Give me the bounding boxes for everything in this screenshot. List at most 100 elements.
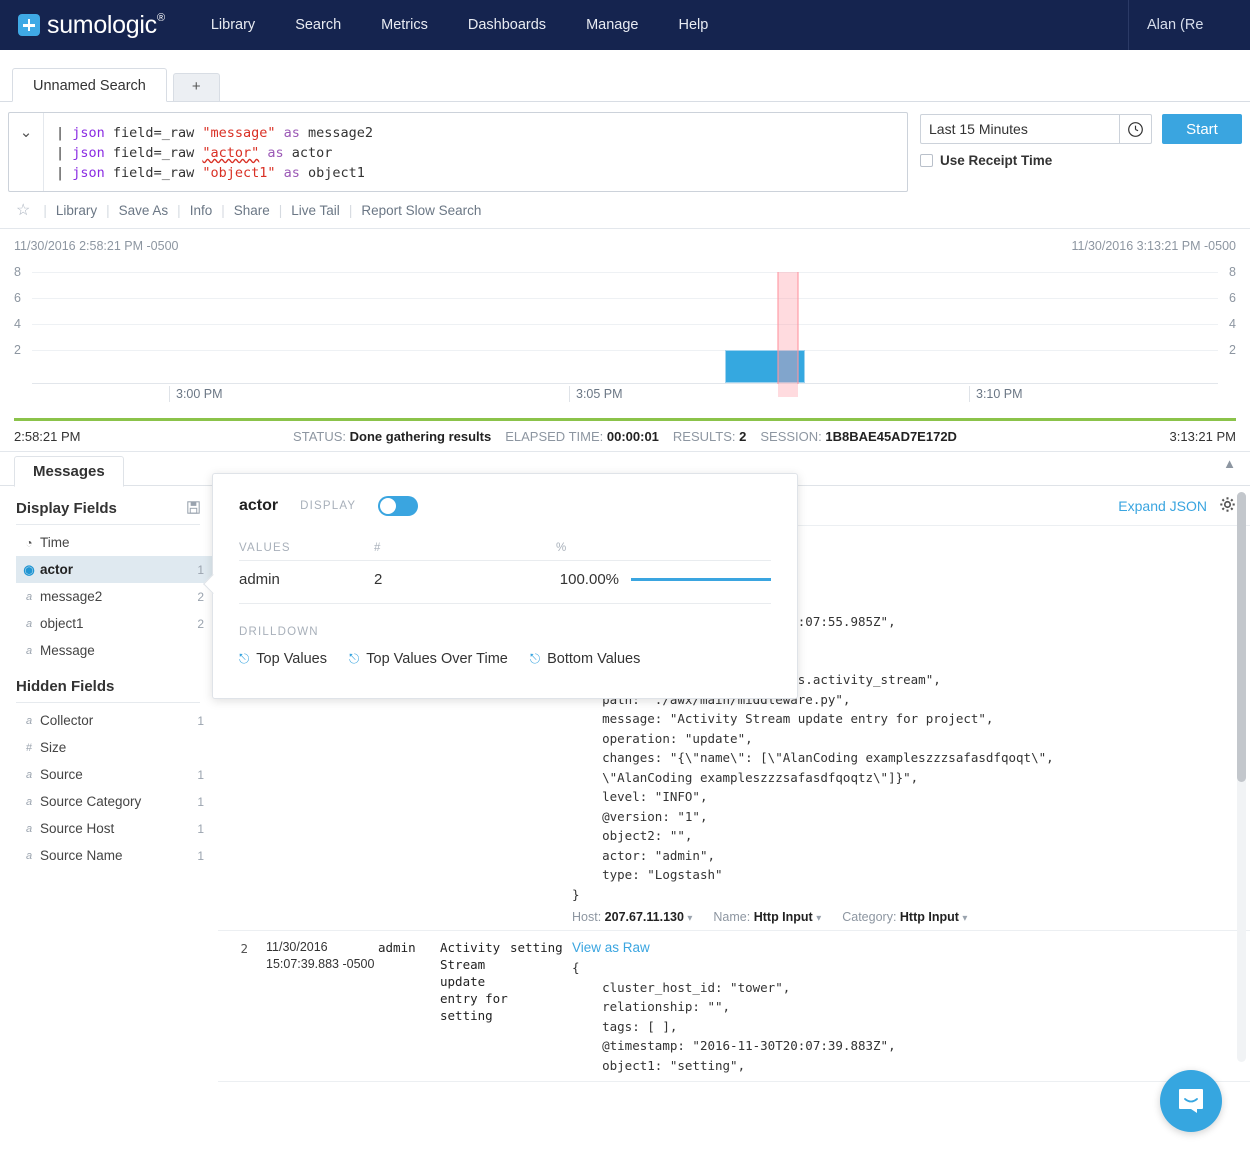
divider: |: [340, 203, 362, 218]
scrollbar-thumb[interactable]: [1237, 492, 1246, 782]
display-toggle[interactable]: [378, 496, 418, 516]
action-save-as[interactable]: Save As: [119, 203, 169, 218]
nav-item-dashboards[interactable]: Dashboards: [448, 0, 566, 50]
histogram-plot[interactable]: 8 6 4 2 8 6 4 2: [14, 264, 1236, 384]
category-value[interactable]: Http Input: [900, 910, 959, 924]
field-name: Message: [40, 643, 204, 658]
text-type-icon: a: [18, 769, 40, 781]
add-tab-button[interactable]: +: [173, 73, 220, 101]
chevron-down-icon[interactable]: ⌄: [9, 113, 43, 191]
action-report-slow-search[interactable]: Report Slow Search: [361, 203, 481, 218]
chevron-down-icon[interactable]: ▾: [962, 913, 967, 924]
field-row-source-name[interactable]: a Source Name 1: [16, 842, 218, 869]
number-type-icon: #: [18, 742, 40, 754]
nav-item-library[interactable]: Library: [191, 0, 275, 50]
field-row-collector[interactable]: a Collector 1: [16, 707, 218, 734]
action-library[interactable]: Library: [56, 203, 97, 218]
field-row-actor[interactable]: ◉ actor 1: [16, 556, 218, 583]
y-tick-4-right: 4: [1229, 324, 1236, 325]
x-tick-300pm: 3:00 PM: [169, 386, 223, 402]
results-scrollbar[interactable]: [1237, 492, 1246, 1062]
sumologic-logo[interactable]: sumologic®: [18, 11, 157, 40]
chat-icon[interactable]: [1160, 1070, 1222, 1132]
drilldown-top-values-over-time[interactable]: ⎋ Top Values Over Time: [349, 651, 508, 667]
field-row-source-category[interactable]: a Source Category 1: [16, 788, 218, 815]
nav-item-search[interactable]: Search: [275, 0, 361, 50]
timeline-histogram[interactable]: 11/30/2016 2:58:21 PM -0500 11/30/2016 3…: [0, 228, 1250, 410]
chevron-down-icon[interactable]: ▾: [687, 913, 692, 924]
field-row-time[interactable]: ◔ Time: [16, 529, 218, 556]
value-percent-bar: [631, 578, 771, 581]
nav-item-help[interactable]: Help: [658, 0, 728, 50]
row-json: { cluster_host_id: "tower", relationship…: [572, 958, 1232, 1075]
text-type-icon: a: [18, 645, 40, 657]
status-label: STATUS:: [293, 429, 346, 444]
sumologic-plus-icon: [18, 14, 40, 36]
query-text[interactable]: | json field=_raw "message" as message2 …: [43, 113, 907, 191]
brand-text: sumologic®: [47, 11, 157, 40]
histogram-selection[interactable]: [778, 272, 798, 397]
field-name: Collector: [40, 713, 197, 728]
name-value[interactable]: Http Input: [754, 910, 813, 924]
action-share[interactable]: Share: [234, 203, 270, 218]
popup-header: actor DISPLAY: [239, 496, 771, 516]
action-live-tail[interactable]: Live Tail: [291, 203, 340, 218]
star-icon[interactable]: ☆: [16, 200, 30, 220]
hidden-fields-title: Hidden Fields: [16, 678, 218, 695]
host-value[interactable]: 207.67.11.130: [605, 910, 684, 924]
tab-messages[interactable]: Messages: [14, 456, 124, 487]
drilldown-top-values[interactable]: ⎋ Top Values: [239, 651, 327, 667]
query-pipe: |: [56, 125, 64, 141]
expand-json-link[interactable]: Expand JSON: [1118, 498, 1207, 514]
query-keyword: json: [72, 125, 105, 141]
save-icon[interactable]: [187, 501, 200, 517]
field-name: Source Host: [40, 821, 197, 836]
field-count: 2: [197, 617, 204, 631]
start-search-button[interactable]: Start: [1162, 114, 1242, 144]
field-name: Size: [40, 740, 204, 755]
field-row-source-host[interactable]: a Source Host 1: [16, 815, 218, 842]
field-row-object1[interactable]: a object1 2: [16, 610, 218, 637]
popup-value-row[interactable]: admin 2 100.00%: [239, 561, 771, 597]
status-details: STATUS: Done gathering results ELAPSED T…: [14, 429, 1236, 444]
field-row-size[interactable]: # Size: [16, 734, 218, 761]
field-row-message[interactable]: a Message: [16, 637, 218, 664]
drilldown-label: DRILLDOWN: [239, 626, 771, 638]
nav-item-metrics[interactable]: Metrics: [361, 0, 448, 50]
field-name: Source: [40, 767, 197, 782]
user-menu[interactable]: Alan (Re: [1128, 0, 1250, 50]
status-value: Done gathering results: [350, 429, 492, 444]
view-as-raw-link[interactable]: View as Raw: [572, 940, 650, 955]
query-string: "object1": [202, 165, 275, 181]
y-tick-2-right: 2: [1229, 350, 1236, 351]
field-row-source[interactable]: a Source 1: [16, 761, 218, 788]
chevron-down-icon[interactable]: ▾: [816, 913, 821, 924]
gear-icon[interactable]: [1219, 496, 1236, 516]
query-pipe: |: [56, 165, 64, 181]
text-type-icon: a: [18, 715, 40, 727]
histogram-start-time: 11/30/2016 2:58:21 PM -0500: [14, 239, 178, 253]
nav-links: Library Search Metrics Dashboards Manage…: [191, 0, 728, 50]
session-value: 1B8BAE45AD7E172D: [825, 429, 957, 444]
action-info[interactable]: Info: [190, 203, 213, 218]
clock-icon[interactable]: [1120, 114, 1152, 144]
row-metadata: Host: 207.67.11.130 ▾ Name: Http Input ▾…: [572, 910, 1232, 924]
elapsed-group: ELAPSED TIME: 00:00:01: [505, 429, 659, 444]
field-row-message2[interactable]: a message2 2: [16, 583, 218, 610]
field-count: 1: [197, 795, 204, 809]
y-tick-8: 8: [14, 272, 21, 273]
text-type-icon: a: [18, 618, 40, 630]
field-name: message2: [40, 589, 197, 604]
top-navbar: sumologic® Library Search Metrics Dashbo…: [0, 0, 1250, 50]
table-row[interactable]: 2 11/30/2016 15:07:39.883 -0500 admin Ac…: [218, 931, 1250, 1082]
tab-unnamed-search[interactable]: Unnamed Search: [12, 68, 167, 102]
category-label: Category:: [842, 910, 896, 924]
name-label: Name:: [713, 910, 750, 924]
use-receipt-time-checkbox[interactable]: [920, 154, 933, 167]
time-range-input[interactable]: Last 15 Minutes: [920, 114, 1120, 144]
drilldown-bottom-values[interactable]: ⎋ Bottom Values: [530, 651, 641, 667]
nav-item-manage[interactable]: Manage: [566, 0, 658, 50]
query-editor[interactable]: ⌄ | json field=_raw "message" as message…: [8, 112, 908, 192]
popup-column-headers: VALUES # %: [239, 542, 771, 554]
histogram-range-labels: 11/30/2016 2:58:21 PM -0500 11/30/2016 3…: [14, 239, 1236, 253]
